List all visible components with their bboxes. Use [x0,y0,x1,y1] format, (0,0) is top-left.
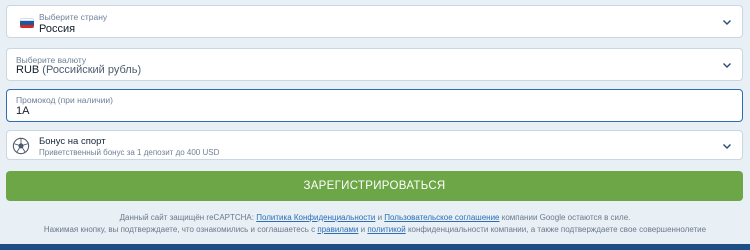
currency-select[interactable]: Выберите валюту RUB (Российский рубль) [6,48,743,81]
promo-code-value[interactable]: 1A [16,105,29,117]
privacy-policy-link[interactable]: Политика Конфиденциальности [256,213,375,222]
rules-link[interactable]: правилами [317,225,358,234]
flag-stripe-red [20,24,34,28]
footer-bar [0,244,750,250]
chevron-down-icon[interactable] [722,141,732,151]
country-select[interactable]: Выберите страну Россия [6,5,743,38]
notice-line1-prefix: Данный сайт защищён reCAPTCHA: [119,213,254,222]
chevron-down-icon[interactable] [722,17,732,27]
currency-select-value: RUB (Российский рубль) [16,64,141,76]
russia-flag-icon [20,18,34,28]
currency-name: (Российский рубль) [42,64,142,76]
currency-code: RUB [16,64,40,76]
promo-code-label: Промокод (при наличии) [16,95,113,105]
register-button[interactable]: ЗАРЕГИСТРИРОВАТЬСЯ [6,171,743,201]
notice-line1-suffix: компании Google остаются в силе. [501,213,631,222]
notice-and: и [377,213,383,222]
country-select-value: Россия [39,23,76,35]
bonus-title: Бонус на спорт [39,136,106,147]
notice-and-2: и [360,225,366,234]
country-select-label: Выберите страну [39,12,108,22]
recaptcha-notice: Данный сайт защищён reCAPTCHA: Политика … [0,213,750,222]
promo-code-input[interactable]: Промокод (при наличии) 1A [6,89,743,122]
privacy-link[interactable]: политикой [367,225,405,234]
chevron-down-icon[interactable] [722,60,732,70]
user-agreement-link[interactable]: Пользовательское соглашение [384,213,499,222]
notice-line2-suffix: конфиденциальности компании, а также под… [407,225,707,234]
bonus-description: Приветственный бонус за 1 депозит до 400… [39,148,220,157]
bonus-select[interactable]: Бонус на спорт Приветственный бонус за 1… [6,130,743,160]
notice-line2-prefix: Нажимая кнопку, вы подтверждаете, что оз… [43,225,316,234]
terms-notice: Нажимая кнопку, вы подтверждаете, что оз… [0,225,750,234]
soccer-ball-icon [12,137,30,155]
